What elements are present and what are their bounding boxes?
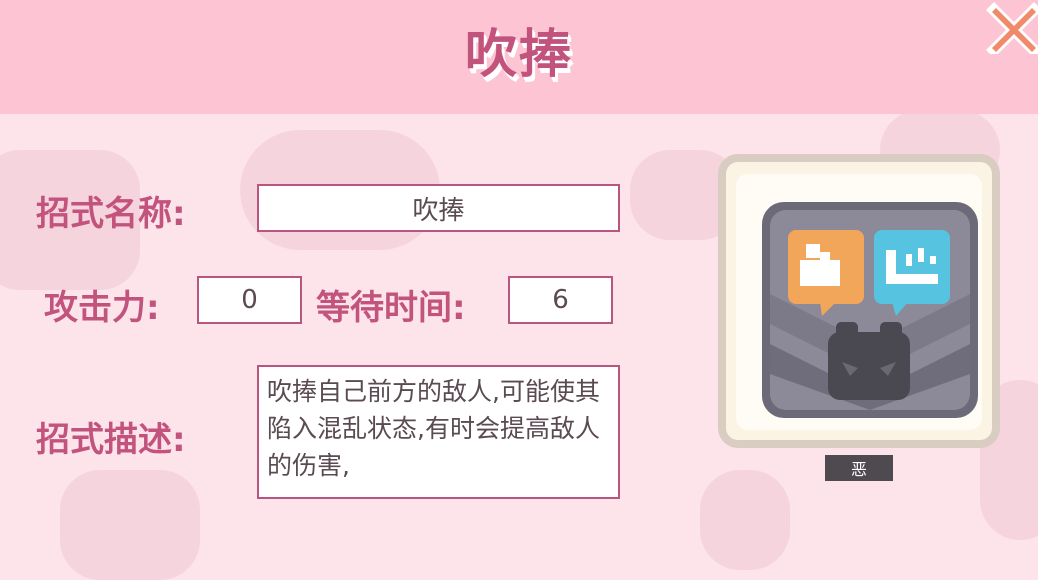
move-name-field: 吹捧	[257, 184, 620, 232]
move-card	[718, 154, 1000, 448]
description-field: 吹捧自己前方的敌人,可能使其陷入混乱状态,有时会提高敌人的伤害,	[257, 365, 620, 499]
move-card-inner	[736, 174, 982, 430]
page-title: 吹捧	[464, 25, 573, 85]
attack-field: 0	[197, 276, 302, 324]
close-icon	[986, 2, 1038, 58]
move-name-label: 招式名称:	[36, 194, 186, 234]
type-badge: 恶	[825, 455, 893, 481]
dark-type-move-icon	[762, 202, 978, 418]
attack-label: 攻击力:	[44, 288, 160, 328]
wait-time-label: 等待时间:	[316, 288, 466, 328]
wait-time-field: 6	[508, 276, 613, 324]
background-shape	[700, 470, 790, 570]
close-button[interactable]	[984, 0, 1038, 58]
description-label: 招式描述:	[36, 420, 186, 460]
background-shape	[60, 470, 200, 580]
